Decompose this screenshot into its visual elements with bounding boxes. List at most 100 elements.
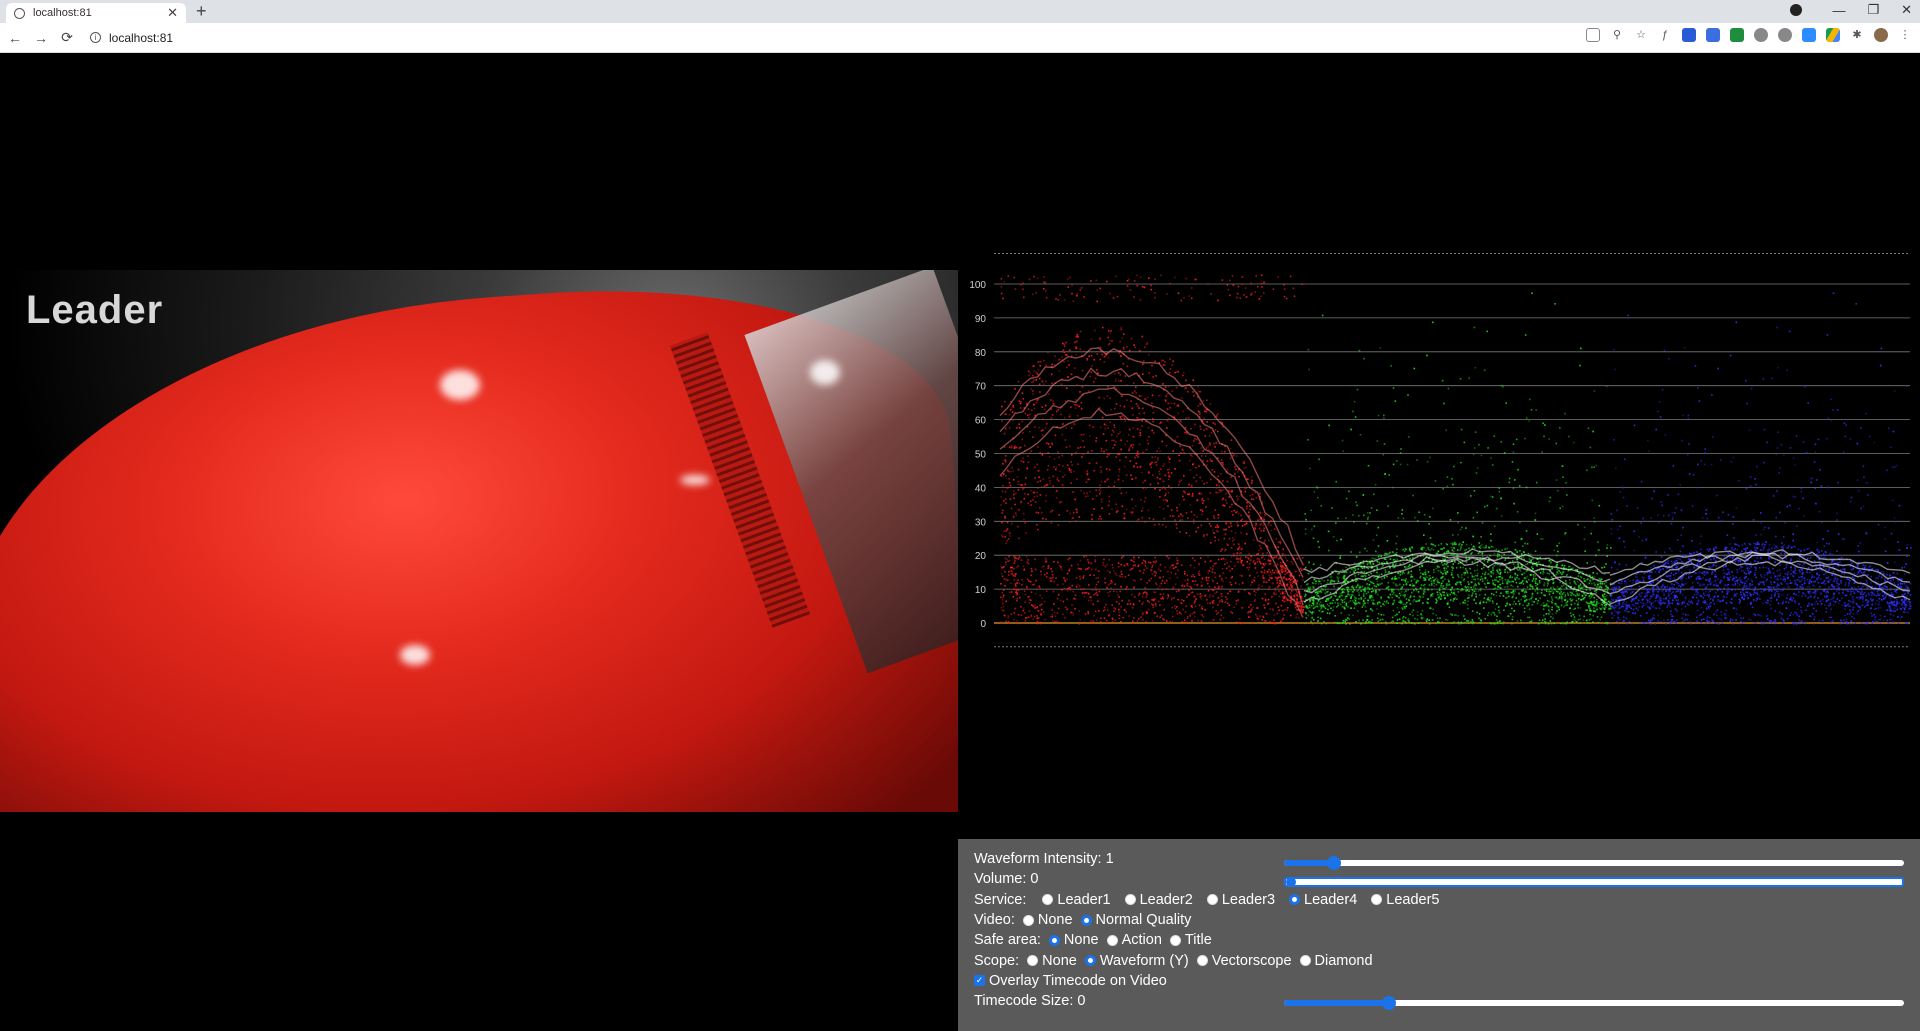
waveform-sample — [1528, 608, 1531, 611]
reload-button[interactable]: ⟳ — [56, 29, 78, 46]
waveform-sample — [1119, 459, 1121, 462]
waveform-sample — [1452, 483, 1454, 486]
zoom-icon[interactable]: ⚲ — [1610, 28, 1624, 42]
waveform-sample — [1189, 469, 1192, 471]
waveform-sample — [1197, 526, 1199, 529]
waveform-sample — [1493, 565, 1496, 567]
waveform-sample — [1006, 469, 1009, 472]
site-info-icon[interactable]: i — [90, 32, 101, 43]
forward-button[interactable]: → — [30, 30, 52, 46]
drive-icon[interactable] — [1826, 28, 1840, 42]
waveform-sample — [1152, 420, 1154, 423]
profile-avatar[interactable] — [1874, 28, 1888, 42]
menu-kebab-icon[interactable]: ⋮ — [1898, 28, 1912, 42]
waveform-sample — [1263, 580, 1265, 582]
waveform-sample — [1604, 606, 1607, 608]
waveform-sample — [1526, 563, 1529, 565]
extension-new-icon[interactable] — [1706, 28, 1720, 42]
waveform-sample — [1129, 603, 1132, 605]
new-tab-button[interactable]: + — [196, 1, 207, 22]
waveform-sample — [1217, 430, 1219, 433]
waveform-sample — [1549, 620, 1552, 622]
waveform-sample — [1013, 276, 1016, 279]
waveform-sample — [1023, 486, 1025, 489]
extension-blue-icon[interactable] — [1682, 28, 1696, 42]
waveform-sample — [1350, 551, 1352, 553]
waveform-sample — [1039, 587, 1041, 589]
waveform-sample — [1164, 364, 1166, 367]
translate-icon[interactable] — [1586, 28, 1600, 42]
waveform-sample — [1018, 423, 1021, 425]
waveform-sample — [1009, 409, 1012, 411]
extension-gray2-icon[interactable] — [1778, 28, 1792, 42]
waveform-sample — [1194, 423, 1196, 426]
waveform-sample — [1525, 599, 1528, 601]
waveform-sample — [1180, 564, 1183, 566]
address-bar[interactable]: i localhost:81 — [90, 31, 173, 45]
waveform-sample — [1215, 591, 1218, 593]
waveform-sample — [1471, 619, 1474, 621]
waveform-sample — [1099, 358, 1102, 361]
waveform-sample — [1232, 455, 1235, 457]
waveform-sample — [1574, 582, 1576, 584]
waveform-sample — [1208, 523, 1211, 525]
waveform-sample — [1259, 537, 1262, 539]
extension-camera-icon[interactable] — [1802, 28, 1816, 42]
waveform-sample — [1078, 610, 1080, 612]
waveform-sample — [1372, 602, 1374, 604]
tab-close-icon[interactable]: ✕ — [167, 5, 178, 21]
waveform-sample — [1581, 586, 1583, 589]
minimize-button[interactable]: — — [1832, 3, 1845, 18]
waveform-sample — [1262, 574, 1264, 577]
waveform-sample — [1403, 572, 1406, 575]
waveform-sample — [1310, 605, 1313, 607]
waveform-sample — [1165, 526, 1167, 528]
waveform-sample — [1601, 606, 1604, 609]
url-text[interactable]: localhost:81 — [109, 31, 173, 45]
waveform-sample — [1239, 574, 1241, 577]
waveform-sample — [1149, 561, 1152, 564]
waveform-sample — [1381, 578, 1383, 580]
waveform-sample — [1261, 566, 1264, 569]
tab-search-icon[interactable] — [1790, 4, 1803, 16]
waveform-sample — [1190, 297, 1193, 300]
extension-sheet-icon[interactable] — [1730, 28, 1744, 42]
waveform-sample — [1236, 552, 1239, 554]
waveform-sample — [1271, 596, 1273, 598]
waveform-sample — [1166, 597, 1169, 600]
waveform-sample — [1435, 583, 1438, 586]
waveform-sample — [1018, 509, 1020, 511]
video-player[interactable]: Leader — [0, 270, 958, 812]
waveform-sample — [1181, 621, 1184, 623]
waveform-sample — [1000, 606, 1003, 609]
waveform-sample — [1424, 569, 1427, 571]
waveform-sample — [1555, 604, 1557, 606]
close-window-button[interactable]: ✕ — [1901, 2, 1912, 18]
waveform-sample — [1037, 610, 1040, 612]
extensions-puzzle-icon[interactable]: ✱ — [1850, 28, 1864, 42]
waveform-sample — [1014, 503, 1016, 506]
waveform-sample — [1588, 595, 1591, 597]
waveform-sample — [1015, 585, 1017, 587]
waveform-sample — [1193, 440, 1195, 442]
waveform-sample — [1142, 451, 1144, 454]
waveform-sample — [1169, 358, 1171, 360]
waveform-sample — [1113, 606, 1116, 609]
waveform-sample — [1318, 596, 1321, 598]
back-button[interactable]: ← — [4, 30, 26, 46]
waveform-sample — [1185, 532, 1188, 534]
formula-extension-icon[interactable]: ƒ — [1658, 28, 1672, 42]
waveform-sample — [1459, 602, 1461, 605]
extension-gray-icon[interactable] — [1754, 28, 1768, 42]
waveform-sample — [1511, 616, 1514, 618]
bookmark-star-icon[interactable]: ☆ — [1634, 28, 1648, 42]
waveform-sample — [1531, 585, 1534, 588]
waveform-sample — [1373, 576, 1375, 579]
waveform-sample — [1457, 512, 1459, 514]
waveform-sample — [1535, 584, 1537, 587]
waveform-sample — [1072, 590, 1074, 593]
restore-button[interactable]: ❐ — [1867, 2, 1879, 18]
browser-tab[interactable]: localhost:81 ✕ — [6, 3, 186, 23]
waveform-sample — [1161, 440, 1164, 443]
waveform-sample — [1333, 536, 1335, 538]
